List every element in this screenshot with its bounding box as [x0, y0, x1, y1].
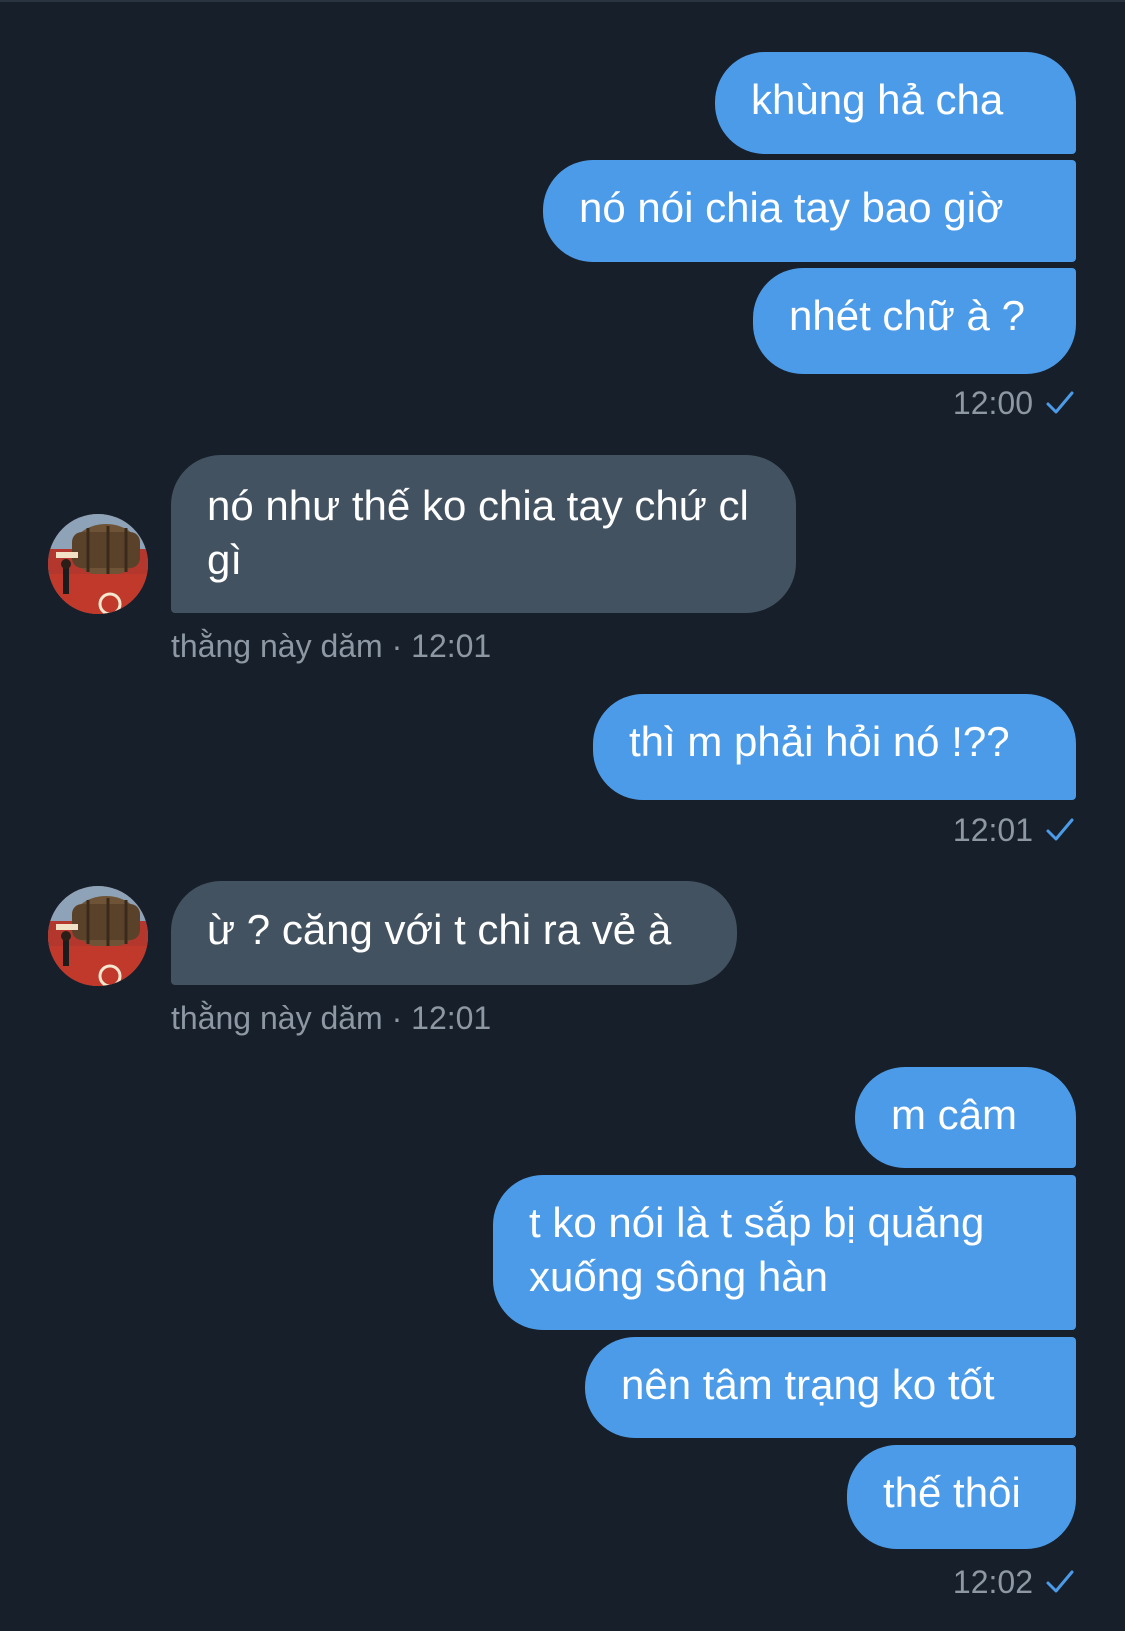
- check-icon: [1045, 387, 1075, 424]
- check-icon: [1045, 1566, 1075, 1603]
- message-bubble-outgoing[interactable]: t ko nói là t sắp bị quăng xuống sông hà…: [493, 1175, 1076, 1330]
- sender-meta: thằng này dăm · 12:01: [171, 1000, 492, 1036]
- message-bubble-outgoing[interactable]: nên tâm trạng ko tốt: [585, 1337, 1076, 1438]
- avatar-barrel-photo-icon: [48, 514, 148, 614]
- message-timestamp: 12:00: [953, 385, 1075, 424]
- message-timestamp: 12:02: [953, 1564, 1075, 1603]
- time-label: 12:00: [952, 385, 1033, 421]
- message-bubble-incoming[interactable]: ừ ? căng với t chi ra vẻ à: [171, 881, 737, 985]
- message-bubble-outgoing[interactable]: thế thôi: [847, 1445, 1076, 1549]
- avatar-barrel-photo-icon: [48, 886, 148, 986]
- message-bubble-outgoing[interactable]: nó nói chia tay bao giờ: [543, 160, 1076, 262]
- message-bubble-incoming[interactable]: nó như thế ko chia tay chứ cl gì: [171, 455, 796, 613]
- message-bubble-outgoing[interactable]: m câm: [855, 1067, 1076, 1168]
- avatar[interactable]: [48, 514, 148, 614]
- sender-meta: thằng này dăm · 12:01: [171, 628, 492, 664]
- check-icon: [1045, 814, 1075, 851]
- chat-thread[interactable]: khùng hả cha nó nói chia tay bao giờ nhé…: [0, 0, 1125, 1631]
- message-bubble-outgoing[interactable]: nhét chữ à ?: [753, 268, 1076, 374]
- time-label: 12:02: [952, 1564, 1033, 1600]
- message-bubble-outgoing[interactable]: khùng hả cha: [715, 52, 1076, 154]
- message-bubble-outgoing[interactable]: thì m phải hỏi nó !??: [593, 694, 1076, 800]
- avatar[interactable]: [48, 886, 148, 986]
- time-label: 12:01: [952, 812, 1033, 848]
- message-timestamp: 12:01: [953, 812, 1075, 851]
